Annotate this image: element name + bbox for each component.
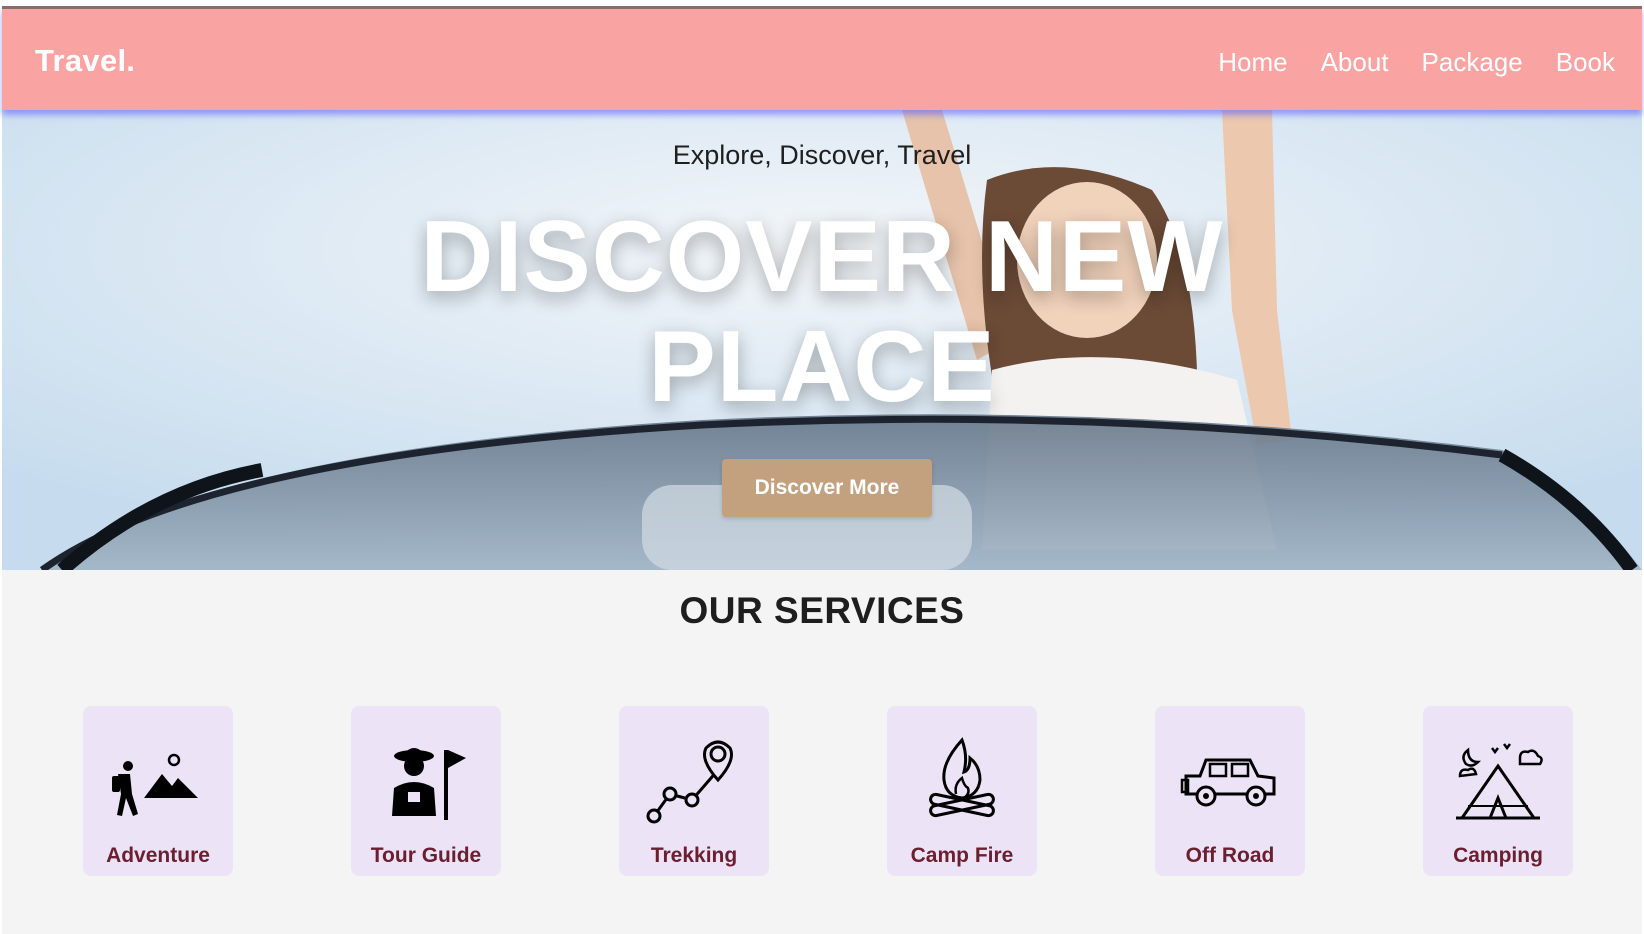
hero-tagline: Explore, Discover, Travel	[672, 140, 972, 170]
service-label: Trekking	[650, 844, 738, 867]
service-label: Tour Guide	[370, 844, 482, 867]
services-title: OUR SERVICES	[679, 590, 965, 631]
service-label: Adventure	[106, 844, 210, 867]
hero-section: Explore, Discover, Travel DISCOVER NEW P…	[2, 110, 1642, 570]
service-card-adventure[interactable]: Adventure	[83, 706, 233, 876]
service-label: Off Road	[1185, 844, 1275, 867]
hero-title-line-2: PLACE	[648, 311, 996, 423]
hero-title: DISCOVER NEW PLACE	[322, 202, 1322, 422]
top-navbar: Travel. Home About Package Book	[2, 6, 1642, 110]
service-card-off-road[interactable]: Off Road	[1155, 706, 1305, 876]
hiker-mountain-icon	[112, 753, 198, 816]
hero-title-line-1: DISCOVER NEW	[420, 201, 1224, 313]
page: Travel. Home About Package Book Explore,…	[0, 0, 1644, 934]
service-label: Camp Fire	[910, 844, 1014, 867]
camping-tent-icon	[1456, 743, 1543, 820]
service-label: Camping	[1453, 844, 1543, 867]
nav-about-link[interactable]: About	[1321, 47, 1389, 78]
discover-more-button[interactable]: Discover More	[722, 459, 932, 517]
service-card-trekking[interactable]: Trekking	[619, 706, 769, 876]
tour-guide-flag-icon	[392, 748, 466, 820]
nav-home-link[interactable]: Home	[1218, 47, 1287, 78]
brand-logo[interactable]: Travel.	[35, 43, 135, 79]
nav-book-link[interactable]: Book	[1556, 47, 1615, 78]
service-card-tour-guide[interactable]: Tour Guide	[351, 706, 501, 876]
off-road-jeep-icon	[1180, 758, 1276, 807]
main-nav: Home About Package Book	[1218, 47, 1615, 78]
service-card-camp-fire[interactable]: Camp Fire	[887, 706, 1037, 876]
nav-package-link[interactable]: Package	[1422, 47, 1523, 78]
trekking-route-pin-icon	[646, 740, 733, 824]
services-section: OUR SERVICES Adventure Tour Guide Trekki…	[2, 570, 1642, 934]
service-card-camping[interactable]: Camping	[1423, 706, 1573, 876]
campfire-icon	[929, 737, 995, 818]
